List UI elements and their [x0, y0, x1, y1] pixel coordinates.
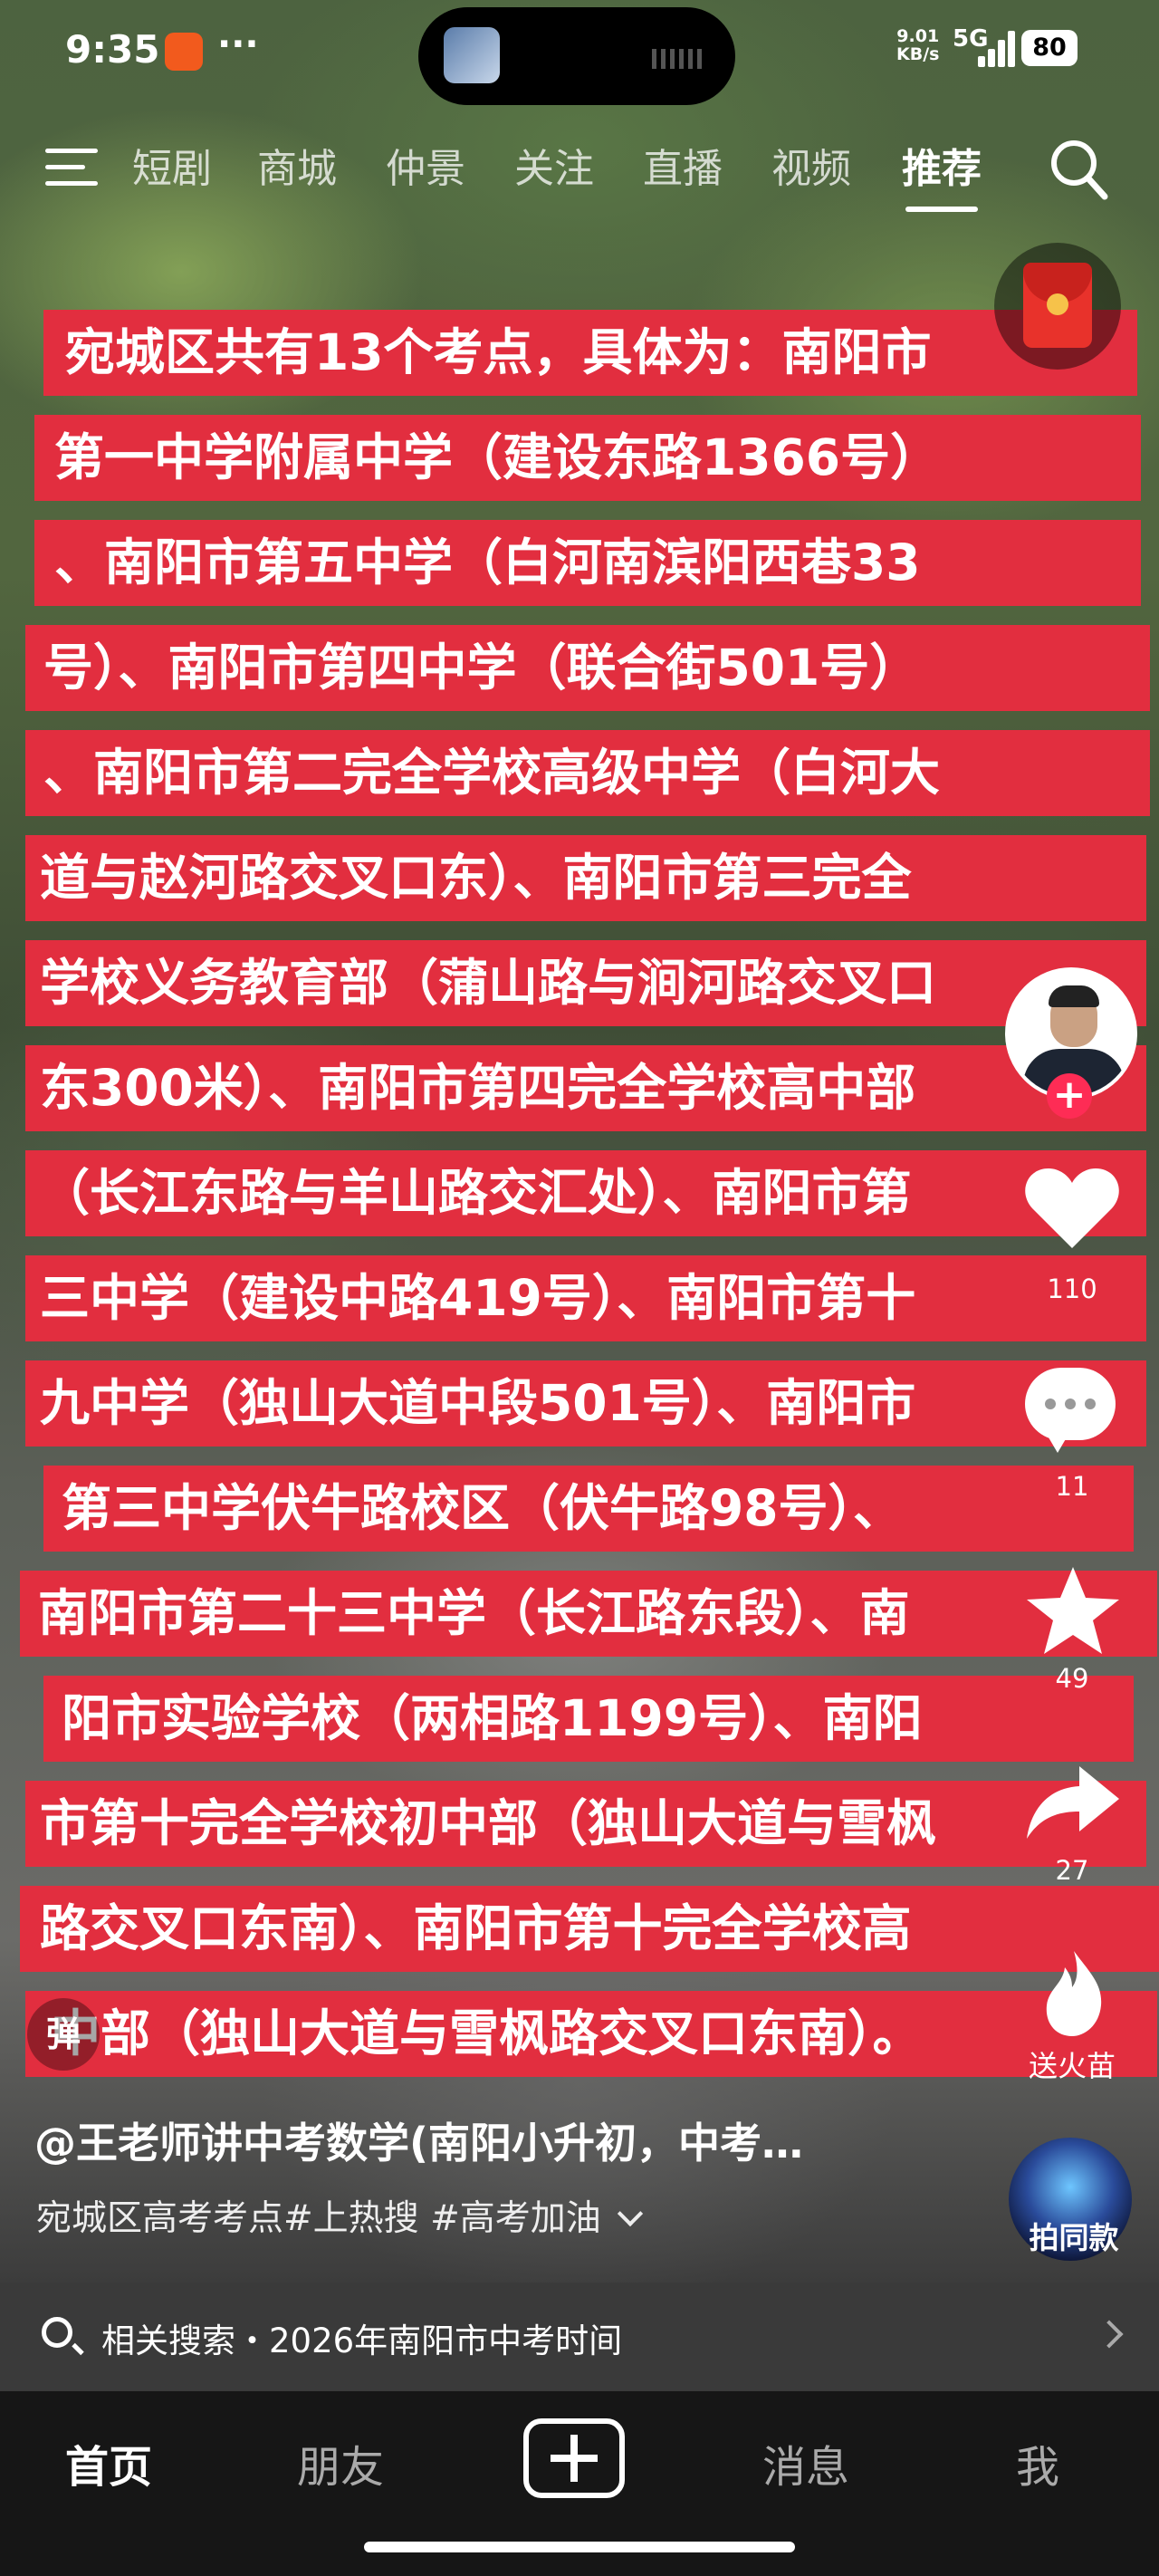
favorite-count: 49 — [1055, 1663, 1089, 1694]
active-tab-indicator — [905, 207, 978, 212]
caption-line: 第三中学伏牛路校区（伏牛路98号）、 — [43, 1466, 1134, 1552]
audio-wave-icon — [652, 49, 706, 69]
comment-count: 11 — [1055, 1471, 1089, 1502]
notification-app-icon — [165, 33, 203, 71]
like-count: 110 — [1047, 1274, 1097, 1304]
caption-line: 路交叉口东南）、南阳市第十完全学校高 — [20, 1886, 1159, 1972]
related-search-bar[interactable]: 相关搜索・2026年南阳市中考时间 — [0, 2283, 1159, 2391]
tab-short-drama[interactable]: 短剧 — [132, 136, 212, 194]
dynamic-island[interactable] — [418, 7, 735, 105]
tab-messages[interactable]: 消息 — [762, 2431, 849, 2494]
follow-plus-button[interactable]: + — [1047, 1073, 1092, 1119]
bottom-tab-bar: 首页 朋友 消息 我 — [0, 2391, 1159, 2576]
send-fire-label: 送火苗 — [1028, 2049, 1116, 2083]
caption-line: 东300米）、南阳市第四完全学校高中部 — [25, 1045, 1146, 1131]
tab-following[interactable]: 关注 — [514, 136, 594, 194]
battery-indicator: 80 — [1021, 30, 1078, 66]
caption-line: （长江东路与羊山路交汇处）、南阳市第 — [25, 1150, 1146, 1236]
like-heart-icon[interactable] — [1023, 1165, 1121, 1252]
expand-chevron-icon[interactable] — [617, 2200, 643, 2227]
favorite-star-icon[interactable] — [1023, 1563, 1123, 1658]
caption-line: 、南阳市第五中学（白河南滨阳西巷33 — [34, 520, 1141, 606]
media-thumbnail — [444, 27, 500, 83]
video-description[interactable]: 宛城区高考考点#上热搜 #高考加油 — [36, 2190, 643, 2241]
caption-line: 南阳市第二十三中学（长江路东段）、南 — [20, 1571, 1157, 1657]
tab-mall[interactable]: 商城 — [257, 136, 337, 194]
caption-line: 阳市实验学校（两相路1199号）、南阳 — [43, 1676, 1134, 1762]
caption-line: 中部（独山大道与雪枫路交叉口东南）。 — [25, 1991, 1157, 2077]
menu-icon[interactable] — [45, 145, 101, 188]
net-speed: 9.01 KB/s — [896, 26, 940, 64]
caption-line: 学校义务教育部（蒲山路与涧河路交叉口 — [25, 940, 1146, 1026]
related-search-text: 相关搜索・2026年南阳市中考时间 — [101, 2321, 623, 2360]
home-indicator — [364, 2542, 795, 2552]
tab-me[interactable]: 我 — [1016, 2431, 1059, 2494]
caption-line: 三中学（建设中路419号）、南阳市第十 — [25, 1255, 1146, 1341]
tab-zhongjing[interactable]: 仲景 — [386, 136, 465, 194]
search-icon[interactable] — [1049, 138, 1108, 201]
caption-line: 市第十完全学校初中部（独山大道与雪枫 — [25, 1781, 1146, 1867]
tab-live[interactable]: 直播 — [643, 136, 723, 194]
search-icon — [42, 2317, 72, 2348]
caption-line: 、南阳市第二完全学校高级中学（白河大 — [25, 730, 1150, 816]
caption-line: 九中学（独山大道中段501号）、南阳市 — [25, 1360, 1146, 1447]
tab-recommended[interactable]: 推荐 — [902, 136, 982, 194]
share-arrow-icon[interactable] — [1023, 1761, 1123, 1842]
status-time: 9:35 — [65, 27, 160, 72]
tab-friends[interactable]: 朋友 — [297, 2431, 384, 2494]
danmu-toggle[interactable]: 弹 — [27, 1998, 100, 2071]
red-packet-button[interactable] — [994, 243, 1121, 370]
fire-icon[interactable] — [1039, 1947, 1108, 2038]
chevron-right-icon — [1095, 2320, 1124, 2349]
caption-line: 号）、南阳市第四中学（联合街501号） — [25, 625, 1150, 711]
create-plus-button[interactable] — [523, 2418, 625, 2498]
tab-home[interactable]: 首页 — [65, 2431, 152, 2494]
caption-line: 道与赵河路交叉口东）、南阳市第三完全 — [25, 835, 1146, 921]
network-type: 5G — [953, 25, 989, 53]
caption-line: 宛城区共有13个考点，具体为：南阳市 — [43, 310, 1137, 396]
tab-video[interactable]: 视频 — [771, 136, 851, 194]
share-count: 27 — [1055, 1855, 1089, 1886]
more-notifications-icon: ··· — [217, 24, 259, 65]
same-clip-label: 拍同款 — [1029, 2220, 1119, 2255]
author-name[interactable]: @王老师讲中考数学(南阳小升初，中考… — [34, 2110, 803, 2170]
status-bar: 9:35 ··· 9.01 KB/s 5G 80 — [0, 0, 1159, 105]
caption-line: 第一中学附属中学（建设东路1366号） — [34, 415, 1141, 501]
